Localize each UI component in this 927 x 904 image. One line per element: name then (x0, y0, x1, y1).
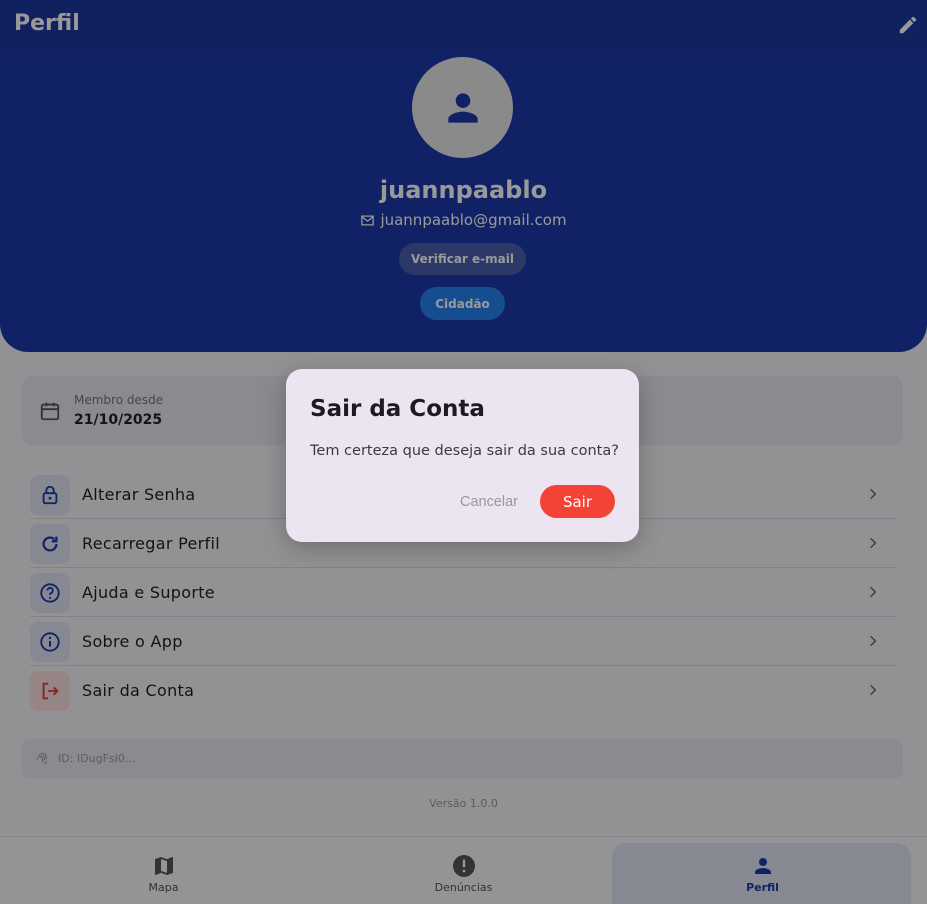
confirm-logout-button[interactable]: Sair (540, 485, 615, 518)
logout-dialog: Sair da Conta Tem certeza que deseja sai… (286, 369, 639, 542)
dialog-title: Sair da Conta (310, 396, 485, 422)
dialog-message: Tem certeza que deseja sair da sua conta… (310, 443, 619, 459)
cancel-button[interactable]: Cancelar (452, 486, 526, 518)
